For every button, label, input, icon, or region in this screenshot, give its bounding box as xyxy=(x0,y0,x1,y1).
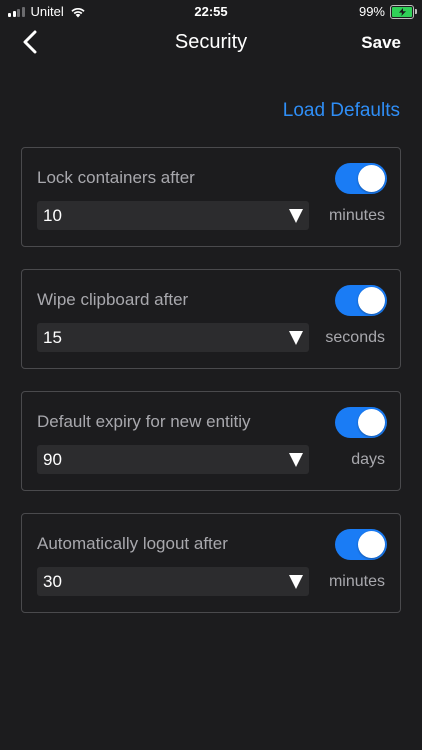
default-expiry-select[interactable]: 90 xyxy=(37,445,309,474)
save-button[interactable]: Save xyxy=(361,33,401,53)
auto-logout-select[interactable]: 30 xyxy=(37,567,309,596)
unit-label: minutes xyxy=(328,207,385,224)
setting-card-auto-logout: Automatically logout after 30 minutes xyxy=(21,513,401,613)
unit-label: days xyxy=(351,451,385,468)
toggle-knob xyxy=(358,409,385,436)
toggle-knob xyxy=(358,165,385,192)
dropdown-arrow-icon xyxy=(289,575,303,589)
wipe-clipboard-toggle[interactable] xyxy=(335,285,387,316)
select-value: 15 xyxy=(43,328,62,347)
dropdown-arrow-icon xyxy=(289,453,303,467)
select-value: 30 xyxy=(43,572,62,591)
select-value: 90 xyxy=(43,450,62,469)
dropdown-arrow-icon xyxy=(289,209,303,223)
status-right: 99% xyxy=(358,4,417,19)
toggle-knob xyxy=(358,531,385,558)
lock-containers-select[interactable]: 10 xyxy=(37,201,309,230)
battery-fill xyxy=(392,6,412,17)
setting-label: Lock containers after xyxy=(37,168,195,187)
lock-containers-toggle[interactable] xyxy=(335,163,387,194)
page-title: Security xyxy=(174,31,248,53)
load-defaults-button[interactable]: Load Defaults xyxy=(283,100,400,122)
setting-label: Default expiry for new entitiy xyxy=(37,412,251,431)
toggle-knob xyxy=(358,287,385,314)
charging-bolt-icon xyxy=(398,7,406,16)
dropdown-arrow-icon xyxy=(289,331,303,345)
setting-card-lock-containers: Lock containers after 10 minutes xyxy=(21,147,401,247)
setting-label: Automatically logout after xyxy=(37,534,228,553)
unit-label: seconds xyxy=(325,329,385,346)
battery-cap xyxy=(415,8,417,14)
wipe-clipboard-select[interactable]: 15 xyxy=(37,323,309,352)
default-expiry-toggle[interactable] xyxy=(335,407,387,438)
status-bar: Unitel 22:55 99% xyxy=(0,0,422,24)
battery-icon xyxy=(390,4,417,19)
setting-card-default-expiry: Default expiry for new entitiy 90 days xyxy=(21,391,401,491)
unit-label: minutes xyxy=(328,573,385,590)
setting-label: Wipe clipboard after xyxy=(37,290,189,309)
battery-percentage: 99% xyxy=(358,4,385,19)
setting-card-wipe-clipboard: Wipe clipboard after 15 seconds xyxy=(21,269,401,369)
select-value: 10 xyxy=(43,206,62,225)
auto-logout-toggle[interactable] xyxy=(335,529,387,560)
